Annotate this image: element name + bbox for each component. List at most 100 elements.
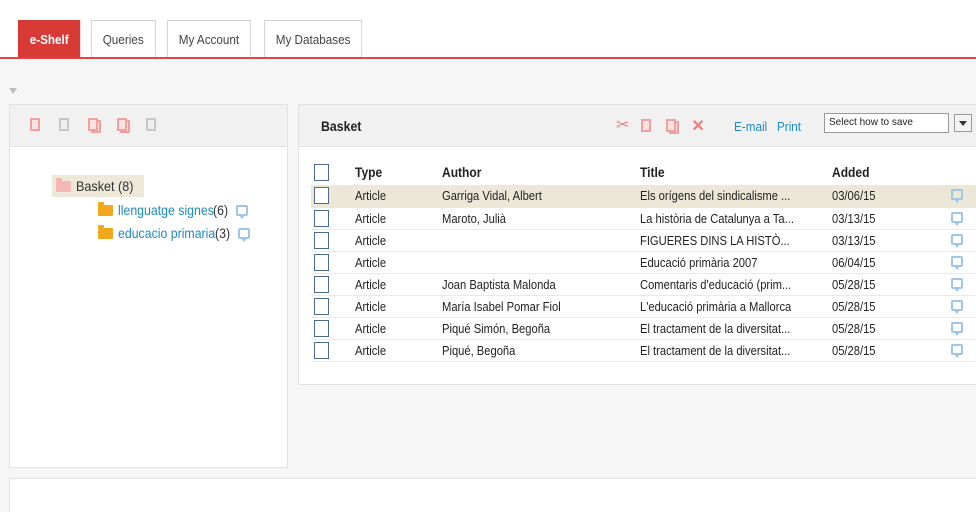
cell-type: Article bbox=[355, 232, 387, 248]
cell-author[interactable]: Garriga Vidal, Albert bbox=[442, 188, 542, 203]
print-link[interactable]: Print bbox=[777, 119, 801, 134]
comment-icon[interactable] bbox=[237, 227, 250, 242]
cell-added: 03/13/15 bbox=[831, 210, 876, 226]
email-link[interactable]: E-mail bbox=[734, 119, 767, 134]
chevron-down-icon bbox=[959, 120, 967, 126]
comment-icon[interactable] bbox=[950, 189, 963, 204]
save-dropdown-button[interactable] bbox=[954, 114, 972, 132]
cell-type: Article bbox=[355, 320, 387, 336]
cell-author[interactable]: María Isabel Pomar Fiol bbox=[442, 299, 561, 314]
cut-icon[interactable]: ✂ bbox=[616, 118, 629, 134]
paste-folder-icon[interactable] bbox=[117, 118, 130, 133]
column-header-title[interactable]: Title bbox=[640, 164, 665, 180]
tree-item-count: (3) bbox=[214, 225, 230, 241]
paste-icon[interactable] bbox=[666, 118, 680, 134]
cell-author[interactable]: Piqué Simón, Begoña bbox=[442, 321, 550, 336]
cell-title[interactable]: L'educació primària a Mallorca bbox=[640, 299, 791, 314]
folder-panel: Basket (8) llenguatge signes (6) educaci… bbox=[9, 104, 288, 468]
cell-type: Article bbox=[355, 188, 387, 204]
tree-item-educacio-primaria[interactable]: educacio primaria (3) bbox=[98, 224, 250, 242]
tab-my-account[interactable]: My Account bbox=[166, 20, 251, 58]
basket-toolbar: Basket ✂ ✕ E-mail Print Select how to sa… bbox=[299, 105, 976, 147]
row-checkbox[interactable] bbox=[314, 231, 329, 249]
folder-icon bbox=[56, 177, 71, 192]
comment-icon[interactable] bbox=[950, 255, 963, 270]
tree-item-label[interactable]: educacio primaria bbox=[118, 225, 215, 241]
copy-icon[interactable] bbox=[641, 118, 654, 134]
new-folder-icon[interactable] bbox=[30, 118, 43, 133]
tree-item-llenguatge-signes[interactable]: llenguatge signes (6) bbox=[98, 201, 249, 219]
row-checkbox[interactable] bbox=[314, 253, 329, 271]
rename-folder-icon[interactable] bbox=[59, 118, 72, 133]
delete-folder-icon[interactable] bbox=[146, 118, 159, 133]
tab-my-databases[interactable]: My Databases bbox=[264, 20, 363, 58]
column-header-added[interactable]: Added bbox=[832, 164, 869, 180]
cell-author[interactable]: Piqué, Begoña bbox=[442, 343, 515, 358]
cell-author[interactable]: Joan Baptista Malonda bbox=[442, 277, 556, 292]
cell-title[interactable]: Comentaris d'educació (prim... bbox=[640, 277, 791, 292]
cell-added: 06/04/15 bbox=[831, 254, 876, 270]
cell-added: 05/28/15 bbox=[831, 276, 876, 292]
folder-toolbar bbox=[10, 105, 287, 147]
basket-title: Basket bbox=[321, 118, 362, 134]
row-checkbox[interactable] bbox=[314, 341, 329, 359]
cell-type: Article bbox=[355, 298, 387, 314]
cell-title[interactable]: La història de Catalunya a Ta... bbox=[640, 211, 794, 226]
row-checkbox[interactable] bbox=[314, 209, 329, 227]
cell-added: 03/13/15 bbox=[831, 232, 876, 248]
cell-author[interactable]: Maroto, Julià bbox=[442, 211, 506, 226]
cell-added: 05/28/15 bbox=[831, 320, 876, 336]
table-row[interactable]: Article FIGUERES DINS LA HISTÒ... 03/13/… bbox=[311, 229, 976, 251]
row-checkbox[interactable] bbox=[314, 319, 329, 337]
cell-title[interactable]: Els orígens del sindicalisme ... bbox=[640, 188, 790, 203]
comment-icon[interactable] bbox=[950, 211, 963, 226]
copy-folder-icon[interactable] bbox=[88, 118, 101, 133]
table-row[interactable]: Article Piqué Simón, Begoña El tractamen… bbox=[311, 317, 976, 339]
table-row[interactable]: Article Piqué, Begoña El tractament de l… bbox=[311, 339, 976, 361]
comment-icon[interactable] bbox=[950, 233, 963, 248]
tree-item-basket[interactable]: Basket (8) bbox=[52, 175, 144, 197]
row-checkbox[interactable] bbox=[314, 275, 329, 293]
comment-icon[interactable] bbox=[950, 277, 963, 292]
cell-type: Article bbox=[355, 342, 387, 358]
table-header: Type Author Title Added bbox=[311, 159, 976, 185]
basket-panel: Basket ✂ ✕ E-mail Print Select how to sa… bbox=[298, 104, 976, 385]
tab-divider bbox=[0, 57, 976, 59]
folder-icon bbox=[98, 224, 113, 239]
comment-icon[interactable] bbox=[950, 299, 963, 314]
table-row[interactable]: Article Maroto, Julià La història de Cat… bbox=[311, 207, 976, 229]
tree-item-label: Basket (8) bbox=[76, 178, 134, 194]
column-header-author[interactable]: Author bbox=[442, 164, 481, 180]
table-row[interactable]: Article María Isabel Pomar Fiol L'educac… bbox=[311, 295, 976, 317]
main-tabs: e-Shelf Queries My Account My Databases bbox=[18, 18, 377, 58]
cell-title[interactable]: FIGUERES DINS LA HISTÒ... bbox=[640, 233, 790, 248]
cell-type: Article bbox=[355, 210, 387, 226]
save-format-select[interactable]: Select how to save bbox=[824, 113, 949, 133]
comment-icon[interactable] bbox=[236, 204, 249, 219]
row-checkbox[interactable] bbox=[314, 297, 329, 315]
tree-item-label[interactable]: llenguatge signes bbox=[118, 202, 214, 218]
tab-queries[interactable]: Queries bbox=[91, 20, 156, 58]
basket-actions: ✂ ✕ bbox=[616, 116, 705, 136]
table-row[interactable]: Article Joan Baptista Malonda Comentaris… bbox=[311, 273, 976, 295]
cell-added: 05/28/15 bbox=[831, 342, 876, 358]
cell-added: 05/28/15 bbox=[831, 298, 876, 314]
cell-type: Article bbox=[355, 276, 387, 292]
delete-icon[interactable]: ✕ bbox=[691, 116, 704, 136]
cell-title[interactable]: Educació primària 2007 bbox=[640, 255, 757, 270]
footer-panel bbox=[9, 478, 976, 512]
cell-added: 03/06/15 bbox=[831, 188, 876, 204]
tab-e-shelf[interactable]: e-Shelf bbox=[18, 20, 81, 58]
table-row[interactable]: Article Garriga Vidal, Albert Els orígen… bbox=[311, 185, 976, 207]
collapse-caret-icon[interactable] bbox=[9, 88, 17, 94]
comment-icon[interactable] bbox=[950, 321, 963, 336]
table-row[interactable]: Article Educació primària 2007 06/04/15 bbox=[311, 251, 976, 273]
select-all-checkbox[interactable] bbox=[314, 163, 329, 181]
cell-title[interactable]: El tractament de la diversitat... bbox=[640, 343, 790, 358]
row-checkbox[interactable] bbox=[314, 187, 329, 205]
comment-icon[interactable] bbox=[950, 343, 963, 358]
cell-type: Article bbox=[355, 254, 387, 270]
tree-item-count: (6) bbox=[212, 202, 229, 218]
column-header-type[interactable]: Type bbox=[355, 164, 382, 180]
cell-title[interactable]: El tractament de la diversitat... bbox=[640, 321, 790, 336]
